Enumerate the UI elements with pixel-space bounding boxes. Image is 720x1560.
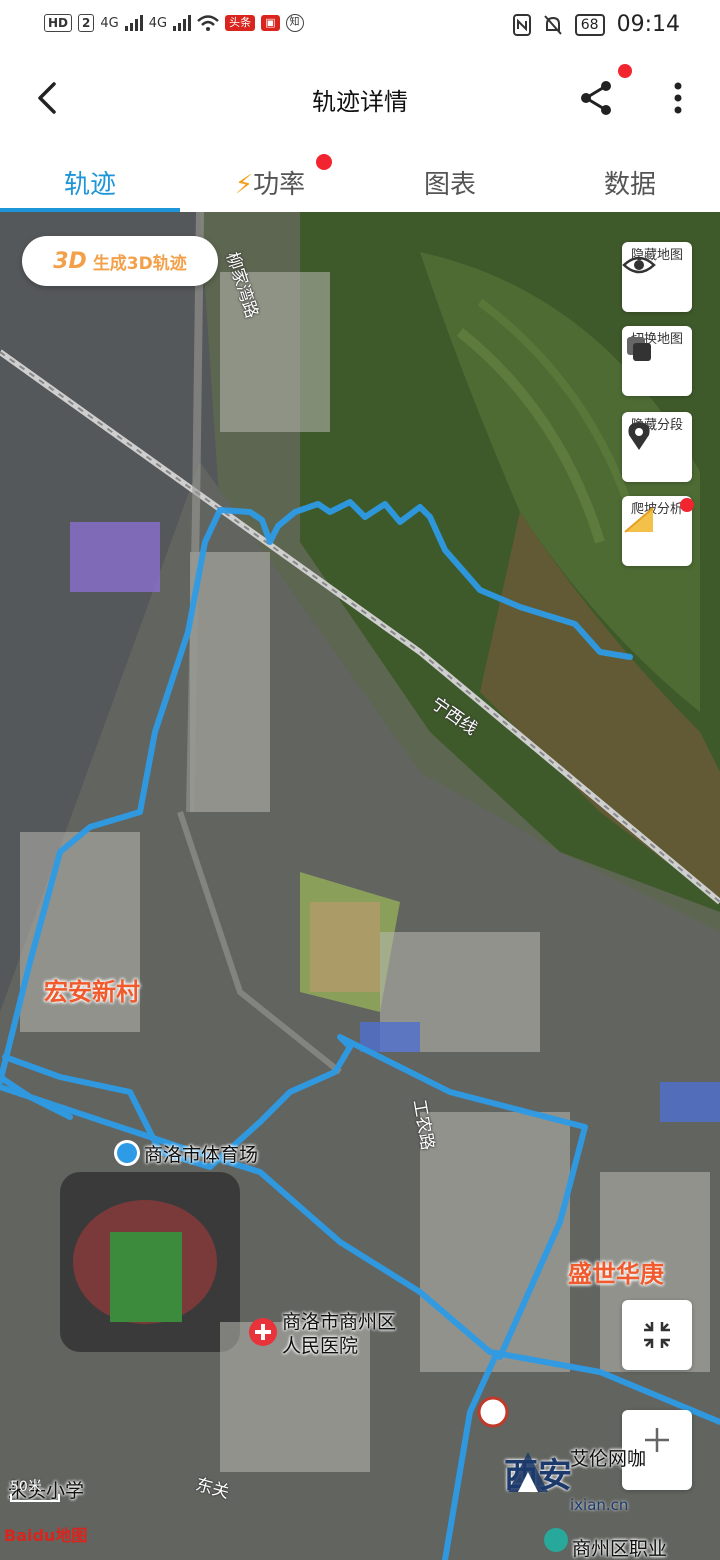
satellite-map[interactable]: 3D 生成3D轨迹 隐藏地图 切换地图 隐藏分段 爬坡分析 柳家湾路 宁西线 东…: [0, 212, 720, 1560]
clock: 09:14: [616, 12, 680, 37]
map-scale-label: 50米: [10, 1479, 42, 1495]
tab-data-label: 数据: [603, 170, 656, 200]
power-tab-dot: [316, 154, 332, 170]
share-notification-dot: [618, 64, 632, 78]
nfc-icon: [512, 13, 531, 36]
watermark-logo-icon: [508, 1452, 548, 1492]
status-bar: HD 2 4G 4G 头条 ▣ 知 68 09:14: [0, 0, 720, 52]
app-icon: ▣: [261, 15, 280, 31]
generate-3d-label: 生成3D轨迹: [92, 253, 187, 274]
switch-map-button[interactable]: 切换地图: [622, 326, 692, 396]
status-right: 68 09:14: [512, 12, 680, 37]
location-pin-icon: [628, 422, 650, 450]
collapse-button[interactable]: [622, 1300, 692, 1370]
watermark: 西安: [504, 1448, 572, 1497]
slope-icon: [624, 507, 654, 533]
lightning-icon: ⚡: [234, 170, 254, 200]
generate-3d-track-button[interactable]: 3D 生成3D轨迹: [22, 236, 218, 286]
tab-chart[interactable]: 图表: [360, 164, 540, 201]
tab-track-label: 轨迹: [63, 170, 116, 200]
hd-badge: HD: [44, 14, 73, 32]
badge-3d: 3D: [53, 248, 87, 274]
climb-analysis-dot: [680, 498, 694, 512]
area-label-shengshi: 盛世华庚: [568, 1260, 664, 1288]
poi-internet-cafe[interactable]: 艾伦网咖: [570, 1444, 646, 1471]
status-left: HD 2 4G 4G 头条 ▣ 知: [44, 14, 304, 32]
tab-data[interactable]: 数据: [540, 164, 720, 201]
signal-4g-1: 4G: [100, 15, 119, 31]
eye-icon: [622, 256, 656, 274]
poi-vocational[interactable]: 商州区职业: [572, 1534, 667, 1560]
mute-bell-icon: [544, 14, 562, 35]
signal-4g-2: 4G: [148, 15, 168, 31]
collapse-arrows-icon: [644, 1322, 670, 1348]
area-label-hongan: 宏安新村: [44, 978, 140, 1006]
hide-map-button[interactable]: 隐藏地图: [622, 242, 692, 312]
toutiao-icon: 头条: [225, 15, 256, 31]
wifi-icon: [197, 15, 219, 31]
zhihu-icon: 知: [285, 14, 304, 32]
more-vertical-icon[interactable]: [664, 78, 692, 118]
tab-power[interactable]: ⚡功率: [180, 164, 360, 201]
layers-icon: [627, 337, 651, 361]
tab-chart-label: 图表: [423, 170, 476, 200]
signal-icon-2: [173, 15, 192, 31]
share-icon[interactable]: [576, 76, 618, 120]
poi-hospital[interactable]: 商洛市商州区 人民医院: [282, 1310, 396, 1358]
tab-bar: 轨迹 ⚡功率 图表 数据: [0, 144, 720, 213]
tab-power-label: 功率: [253, 170, 306, 200]
hide-segments-button[interactable]: 隐藏分段: [622, 412, 692, 482]
top-app-bar: 轨迹详情: [0, 52, 720, 144]
battery-indicator: 68: [574, 13, 605, 36]
signal-icon: [124, 15, 143, 31]
map-scale-bar: [10, 1494, 60, 1502]
tab-track[interactable]: 轨迹: [0, 164, 180, 201]
poi-stadium[interactable]: 商洛市体育场: [144, 1140, 258, 1167]
baidu-map-logo: Baidu地图: [4, 1526, 88, 1545]
sim-badge: 2: [78, 14, 95, 32]
watermark-site: ixian.cn: [570, 1496, 629, 1514]
